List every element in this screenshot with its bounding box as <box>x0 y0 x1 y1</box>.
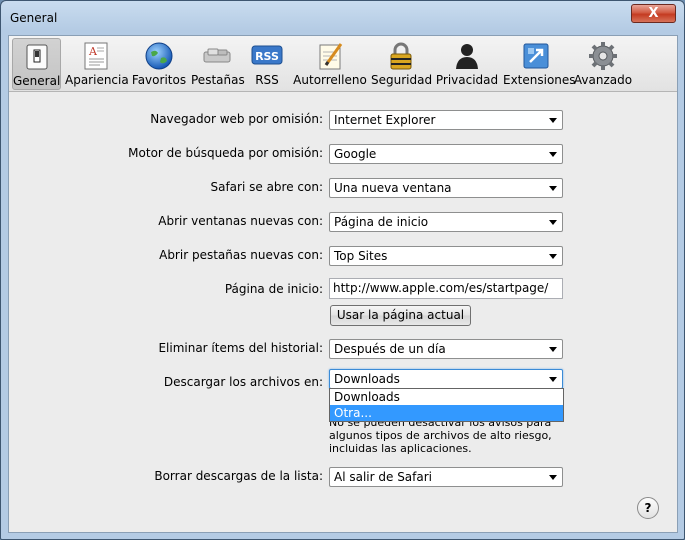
save-downloads-label: Descargar los archivos en: <box>163 375 323 389</box>
tab-tabs[interactable]: Pestañas <box>191 38 245 90</box>
dropdown-option-other[interactable]: Otra... <box>330 405 563 421</box>
gear-icon <box>589 42 617 70</box>
search-engine-select[interactable]: Google <box>329 144 563 164</box>
tab-general[interactable]: General <box>12 38 61 90</box>
tab-extensions[interactable]: Extensiones <box>503 38 576 90</box>
appearance-icon: A <box>84 42 108 70</box>
tab-extensions-label: Extensiones <box>503 73 576 87</box>
chevron-down-icon <box>549 377 557 382</box>
safari-opens-label: Safari se abre con: <box>210 180 323 194</box>
new-tabs-select[interactable]: Top Sites <box>329 246 563 266</box>
extensions-icon <box>523 43 549 69</box>
chevron-down-icon <box>549 118 557 123</box>
new-tabs-value: Top Sites <box>334 249 388 263</box>
safari-opens-value: Una nueva ventana <box>334 181 452 195</box>
preferences-window: General X General A Apariencia Favoritos… <box>0 0 685 540</box>
tab-security-label: Seguridad <box>371 73 433 87</box>
save-downloads-select[interactable]: Downloads <box>329 369 563 389</box>
globe-icon <box>145 42 173 70</box>
new-windows-value: Página de inicio <box>334 215 429 229</box>
tab-rss[interactable]: RSS RSS <box>247 38 287 90</box>
tab-advanced-label: Avanzado <box>573 73 633 87</box>
tab-general-label: General <box>13 74 61 88</box>
tab-autofill-label: Autorrelleno <box>293 73 367 87</box>
default-browser-select[interactable]: Internet Explorer <box>329 110 563 130</box>
preferences-toolbar: General A Apariencia Favoritos Pestañas … <box>9 36 677 92</box>
chevron-down-icon <box>549 220 557 225</box>
silhouette-icon <box>456 44 478 69</box>
remove-history-label: Eliminar ítems del historial: <box>158 341 323 355</box>
pencil-paper-icon <box>319 43 343 70</box>
chevron-down-icon <box>549 186 557 191</box>
close-button[interactable]: X <box>631 4 676 23</box>
save-downloads-value: Downloads <box>334 372 400 386</box>
tab-bookmarks-label: Favoritos <box>131 73 187 87</box>
tab-appearance-label: Apariencia <box>65 73 129 87</box>
chevron-down-icon <box>549 475 557 480</box>
chevron-down-icon <box>549 254 557 259</box>
remove-history-select[interactable]: Después de un día <box>329 339 563 359</box>
remove-history-value: Después de un día <box>334 342 446 356</box>
chevron-down-icon <box>549 152 557 157</box>
tab-advanced[interactable]: Avanzado <box>573 38 633 90</box>
tab-appearance[interactable]: A Apariencia <box>65 38 129 90</box>
tab-privacy-label: Privacidad <box>435 73 499 87</box>
chevron-down-icon <box>549 347 557 352</box>
save-downloads-dropdown: Downloads Otra... <box>329 388 564 422</box>
clear-downloads-select[interactable]: Al salir de Safari <box>329 467 563 487</box>
tab-autofill[interactable]: Autorrelleno <box>293 38 367 90</box>
svg-text:RSS: RSS <box>255 50 279 63</box>
rss-icon: RSS <box>251 45 283 65</box>
clear-downloads-label: Borrar descargas de la lista: <box>154 469 323 483</box>
homepage-input[interactable]: http://www.apple.com/es/startpage/ <box>329 278 563 299</box>
tab-security[interactable]: Seguridad <box>371 38 433 90</box>
default-browser-value: Internet Explorer <box>334 113 436 127</box>
title-bar[interactable]: General X <box>1 1 684 35</box>
search-engine-value: Google <box>334 147 377 161</box>
new-windows-label: Abrir ventanas nuevas con: <box>158 214 323 228</box>
tab-bookmarks[interactable]: Favoritos <box>131 38 187 90</box>
tab-privacy[interactable]: Privacidad <box>435 38 499 90</box>
switch-icon <box>26 44 47 70</box>
window-title: General <box>10 11 58 25</box>
new-windows-select[interactable]: Página de inicio <box>329 212 563 232</box>
tab-rss-label: RSS <box>255 73 279 87</box>
default-browser-label: Navegador web por omisión: <box>150 112 323 126</box>
padlock-icon <box>390 42 412 70</box>
use-current-page-button[interactable]: Usar la página actual <box>330 305 471 326</box>
clear-downloads-value: Al salir de Safari <box>334 470 433 484</box>
search-engine-label: Motor de búsqueda por omisión: <box>128 146 323 160</box>
homepage-label: Página de inicio: <box>224 282 323 296</box>
dropdown-option-downloads[interactable]: Downloads <box>330 389 563 405</box>
tab-tabs-label: Pestañas <box>191 73 245 87</box>
help-button[interactable]: ? <box>637 497 659 519</box>
preferences-panel: General A Apariencia Favoritos Pestañas … <box>8 35 678 533</box>
safari-opens-select[interactable]: Una nueva ventana <box>329 178 563 198</box>
tabs-icon <box>203 48 231 63</box>
new-tabs-label: Abrir pestañas nuevas con: <box>159 248 323 262</box>
svg-text:A: A <box>88 45 98 58</box>
